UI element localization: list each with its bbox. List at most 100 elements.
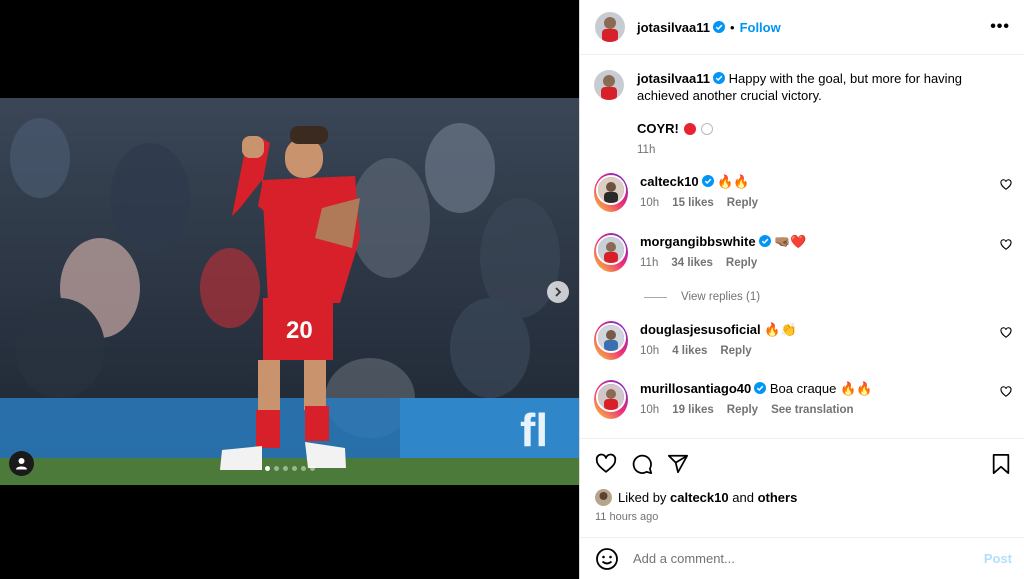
caption-tag: COYR! (637, 121, 679, 136)
save-bookmark-icon[interactable] (991, 453, 1011, 475)
comment-like-heart-icon[interactable] (1000, 327, 1012, 339)
commenter-avatar[interactable] (594, 173, 628, 212)
liker-avatar[interactable] (595, 489, 612, 506)
tagged-people-button[interactable] (9, 451, 34, 476)
post-comment-button[interactable]: Post (984, 551, 1012, 566)
view-replies-button[interactable]: View replies (1) (644, 291, 760, 303)
like-heart-icon[interactable] (595, 453, 617, 475)
comment-line: morgangibbswhite 🤜🏽❤️ (640, 233, 1012, 250)
reply-button[interactable]: Reply (727, 402, 758, 419)
post-details-panel: jotasilvaa11 • Follow ••• jotasilvaa11 H… (579, 0, 1024, 579)
likes-others[interactable]: others (758, 490, 798, 505)
follow-button[interactable]: Follow (740, 20, 781, 35)
commenter-avatar-image (598, 177, 624, 203)
comment-icon[interactable] (631, 453, 653, 475)
post-age: 11 hours ago (595, 511, 659, 523)
comment-time: 11h (640, 257, 659, 269)
caption-avatar[interactable] (594, 70, 624, 100)
verified-badge-icon (754, 382, 767, 394)
caption: jotasilvaa11 Happy with the goal, but mo… (594, 70, 1012, 159)
verified-badge-icon (701, 175, 714, 187)
comments-list[interactable]: jotasilvaa11 Happy with the goal, but mo… (580, 55, 1024, 438)
comment-meta: 10h 4 likes Reply (640, 343, 1012, 360)
see-translation-button[interactable]: See translation (771, 402, 853, 419)
separator-dot: • (730, 19, 735, 35)
author-avatar-image (595, 12, 625, 42)
verified-badge-icon (758, 235, 771, 247)
commenter-avatar-image (598, 325, 624, 351)
likes-mid: and (732, 490, 754, 505)
verified-badge-icon (713, 72, 725, 84)
comment-likes[interactable]: 19 likes (672, 402, 714, 419)
view-replies-label: View replies (1) (681, 291, 761, 303)
caption-meta: 11h (637, 142, 1012, 159)
author-avatar[interactable] (595, 12, 625, 42)
likes-user[interactable]: calteck10 (670, 490, 729, 505)
post-photo-illustration: fl 20 (0, 98, 579, 485)
more-options-button[interactable]: ••• (990, 18, 1010, 36)
comment-bar: Post (580, 537, 1024, 579)
comment-username[interactable]: morgangibbswhite (640, 234, 756, 249)
caption-username[interactable]: jotasilvaa11 (637, 71, 710, 86)
comment-meta: 10h 15 likes Reply (640, 195, 1012, 212)
likes-prefix: Liked by (618, 490, 667, 505)
comment-row: douglasjesusoficial 🔥👏 10h 4 likes Reply (594, 321, 1012, 360)
comment-body: murillosantiago40 Boa craque 🔥🔥 10h 19 lik… (640, 380, 1012, 419)
caption-time: 11h (637, 144, 656, 156)
carousel-next-button[interactable] (547, 281, 569, 303)
comment-input[interactable] (633, 551, 984, 566)
comment-username[interactable]: murillosantiago40 (640, 381, 751, 396)
comment-likes[interactable]: 15 likes (672, 195, 714, 212)
carousel-indicator (0, 466, 579, 471)
caption-body: jotasilvaa11 Happy with the goal, but mo… (637, 70, 1012, 104)
author-username[interactable]: jotasilvaa11 (637, 20, 710, 35)
comment-line: calteck10 🔥🔥 (640, 173, 1012, 190)
post-header: jotasilvaa11 • Follow ••• (580, 0, 1024, 55)
comment-body: douglasjesusoficial 🔥👏 10h 4 likes Reply (640, 321, 1012, 360)
likes-summary: Liked by calteck10 and others (595, 489, 797, 506)
reply-button[interactable]: Reply (726, 255, 757, 272)
commenter-avatar-image (598, 384, 624, 410)
comment-body: morgangibbswhite 🤜🏽❤️ 11h 34 likes Reply (640, 233, 1012, 272)
comment-row: calteck10 🔥🔥 10h 15 likes Reply (594, 173, 1012, 212)
caption-tagline: COYR! (637, 120, 1012, 137)
carousel-dot (291, 466, 297, 471)
comment-line: murillosantiago40 Boa craque 🔥🔥 (640, 380, 1012, 397)
carousel-dot (300, 466, 306, 471)
chevron-right-icon (555, 287, 562, 297)
comment-likes[interactable]: 34 likes (671, 255, 713, 272)
comment-like-heart-icon[interactable] (1000, 386, 1012, 398)
comment-row: murillosantiago40 Boa craque 🔥🔥 10h 19 lik… (594, 380, 1012, 419)
comment-username[interactable]: douglasjesusoficial (640, 322, 761, 337)
red-circle-icon (683, 122, 696, 135)
verified-badge-icon (713, 21, 725, 33)
share-icon[interactable] (667, 453, 689, 475)
media-pane: fl 20 (0, 0, 579, 579)
comment-row: morgangibbswhite 🤜🏽❤️ 11h 34 likes Reply (594, 233, 1012, 272)
post-photo[interactable]: fl 20 (0, 98, 579, 485)
commenter-avatar-image (598, 237, 624, 263)
comment-like-heart-icon[interactable] (1000, 179, 1012, 191)
carousel-dot (264, 466, 270, 471)
liker-avatar-image (595, 489, 612, 506)
comment-meta: 11h 34 likes Reply (640, 255, 1012, 272)
reply-button[interactable]: Reply (727, 195, 758, 212)
emoji-icon[interactable] (595, 547, 619, 571)
commenter-avatar[interactable] (594, 321, 628, 360)
comment-likes[interactable]: 4 likes (672, 343, 707, 360)
comment-meta: 10h 19 likes Reply See translation (640, 402, 1012, 419)
comment-text: 🔥👏 (764, 322, 797, 337)
carousel-dot (273, 466, 279, 471)
comment-time: 10h (640, 345, 660, 357)
reply-button[interactable]: Reply (720, 343, 751, 360)
shirt-number: 20 (286, 317, 313, 344)
post-actions (580, 438, 1024, 488)
commenter-avatar[interactable] (594, 233, 628, 272)
commenter-avatar[interactable] (594, 380, 628, 419)
svg-text:fl: fl (520, 404, 548, 456)
comment-username[interactable]: calteck10 (640, 174, 699, 189)
caption-text: jotasilvaa11 Happy with the goal, but mo… (637, 70, 1012, 159)
comment-like-heart-icon[interactable] (1000, 239, 1012, 251)
comment-line: douglasjesusoficial 🔥👏 (640, 321, 1012, 338)
comment-body: calteck10 🔥🔥 10h 15 likes Reply (640, 173, 1012, 212)
